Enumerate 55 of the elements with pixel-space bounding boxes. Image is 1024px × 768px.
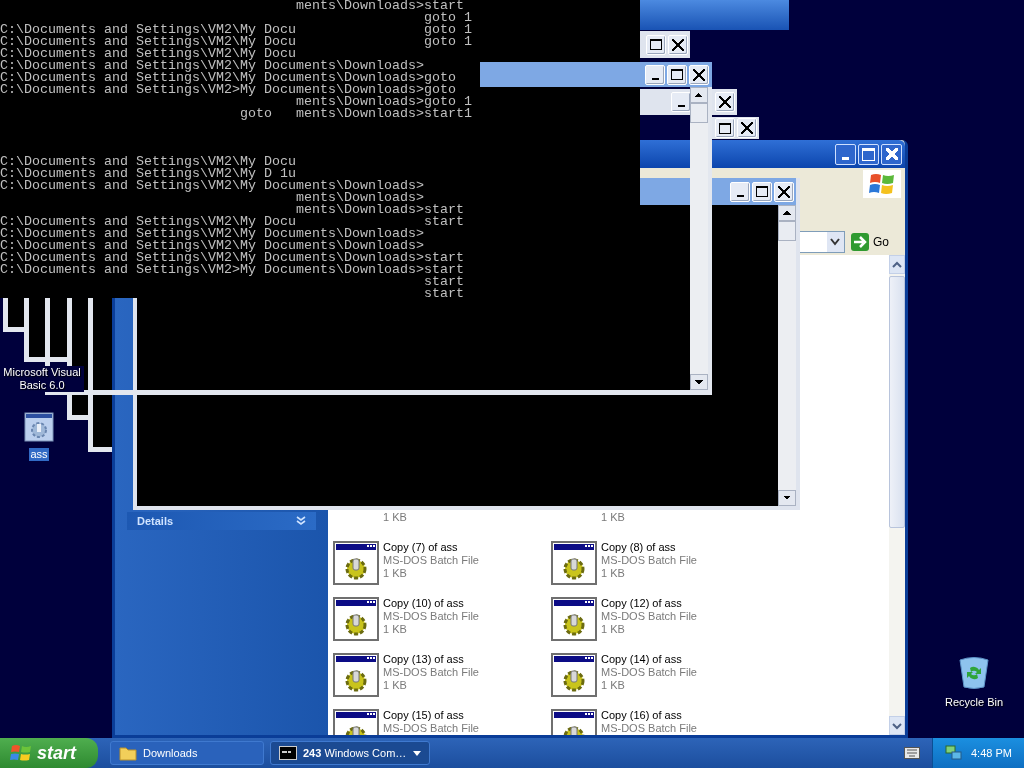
console-line: C:\Documents and Settings\VM2>My Documents\Downloads>start xyxy=(0,264,465,276)
taskbar-button[interactable]: 243 Windows Com… xyxy=(270,741,430,765)
details-header[interactable]: Details xyxy=(127,512,316,530)
file-name[interactable]: Copy (7) of ass xyxy=(383,541,479,554)
file-type: MS-DOS Batch File xyxy=(601,666,697,679)
go-button[interactable]: Go xyxy=(849,233,891,251)
desktop-icon-label[interactable]: ass xyxy=(29,448,49,461)
console-line: goto ments\Downloads>start1 xyxy=(238,108,473,120)
file-type: MS-DOS Batch File xyxy=(383,666,479,679)
file-name[interactable]: Copy (10) of ass xyxy=(383,597,479,610)
console-line: C:\Documents and Settings\VM2\My Documents\Downloads> xyxy=(0,240,424,252)
file-type: MS-DOS Batch File xyxy=(383,722,479,735)
console-line: C:\Documents and Settings\VM2\My Documents\Downloads> xyxy=(0,180,425,192)
console-line: goto 1 xyxy=(422,12,473,24)
file-size: 1 KB xyxy=(383,511,407,524)
console-line: C:\Documents and Settings\VM2\My Docu goto 1 xyxy=(0,36,473,48)
console-line: C:\Documents and Settings\VM2\My Documents\Downloads> xyxy=(0,228,425,240)
console-line: ments\Downloads>start xyxy=(294,0,465,12)
file-name[interactable]: Copy (15) of ass xyxy=(383,709,479,722)
clock[interactable]: 4:48 PM xyxy=(971,747,1012,759)
file-type: MS-DOS Batch File xyxy=(601,610,697,623)
console-line: C:\Documents and Settings\VM2\My Docu goto 1 xyxy=(0,24,473,36)
taskbar-button[interactable]: Downloads xyxy=(110,741,264,765)
console-line: ments\Downloads>goto 1 xyxy=(295,96,473,108)
file-name[interactable]: Copy (8) of ass xyxy=(601,541,697,554)
file-name[interactable]: Copy (14) of ass xyxy=(601,653,697,666)
console-line: C:\Documents and Settings\VM2\My Documents\Downloads>start xyxy=(0,252,465,264)
file-type: MS-DOS Batch File xyxy=(383,554,479,567)
console-line: C:\Documents and Settings\VM2\My Docu xyxy=(0,156,297,168)
console-line: C:\Documents and Settings\VM2\My Documents\Downloads>goto xyxy=(0,72,457,84)
file-size: 1 KB xyxy=(383,623,408,636)
file-size: 1 KB xyxy=(601,567,626,580)
file-size: 1 KB xyxy=(383,567,408,580)
console-line: start xyxy=(422,288,465,298)
console-line: ments\Downloads>start xyxy=(295,204,465,216)
start-button[interactable]: start xyxy=(0,738,98,768)
file-size: 1 KB xyxy=(601,511,625,524)
console-line: C:\Documents and Settings\VM2\My Docu start xyxy=(0,216,465,228)
file-name[interactable]: Copy (13) of ass xyxy=(383,653,479,666)
file-size: 1 KB xyxy=(601,623,626,636)
console-line: C:\Documents and Settings\VM2\My Docu xyxy=(0,48,296,60)
file-type: MS-DOS Batch File xyxy=(601,554,697,567)
console-line: C:\Documents and Settings\VM2\My Documents\Downloads> xyxy=(0,60,424,72)
console-line: ments\Downloads> xyxy=(294,192,424,204)
file-type: MS-DOS Batch File xyxy=(383,610,479,623)
file-name[interactable]: Copy (12) of ass xyxy=(601,597,697,610)
file-size: 1 KB xyxy=(383,679,408,692)
details-title: Details xyxy=(137,515,174,527)
file-type: MS-DOS Batch File xyxy=(601,722,697,735)
file-name[interactable]: Copy (16) of ass xyxy=(601,709,697,722)
console-line: C:\Documents and Settings\VM2>My Documents\Downloads>goto xyxy=(0,84,457,96)
console-line: C:\Documents and Settings\VM2\My D 1u xyxy=(0,168,296,180)
console-line: start xyxy=(422,276,465,288)
file-size: 1 KB xyxy=(601,679,626,692)
desktop-icon-label[interactable]: Recycle Bin xyxy=(943,696,1005,709)
